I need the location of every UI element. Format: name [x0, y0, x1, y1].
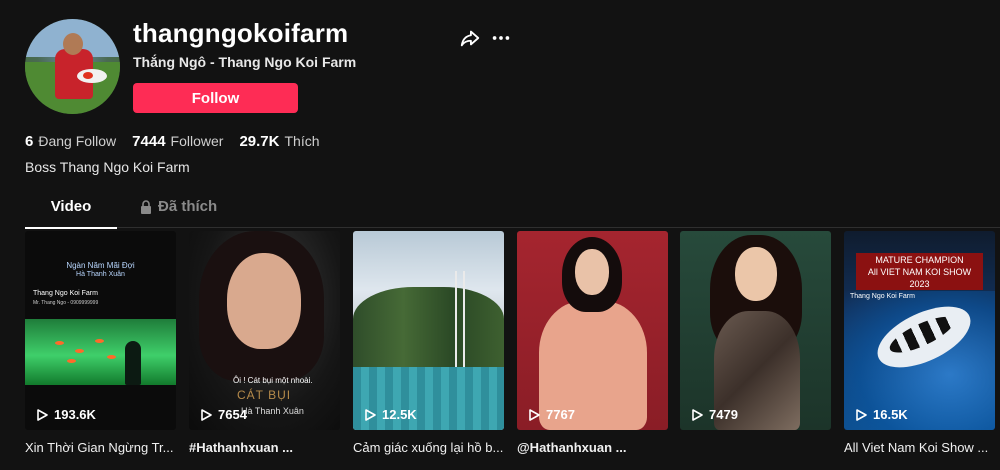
thumbnail-overlay-text: Thang Ngo Koi Farm [850, 293, 915, 300]
view-count-value: 193.6K [54, 407, 96, 422]
profile-avatar[interactable] [25, 19, 120, 114]
profile-username: thangngokoifarm [133, 18, 349, 48]
video-thumbnail[interactable]: 12.5K [353, 231, 504, 430]
more-options-icon[interactable] [490, 27, 512, 49]
video-thumbnail[interactable]: 7767 [517, 231, 668, 430]
video-thumbnail[interactable]: 7479 [680, 231, 831, 430]
profile-bio: Boss Thang Ngo Koi Farm [25, 159, 190, 175]
view-count: 7479 [692, 407, 738, 422]
profile-stats: 6 Đang Follow 7444 Follower 29.7K Thích [25, 133, 320, 150]
stat-followers-label: Follower [170, 133, 224, 149]
tab-video[interactable]: Video [25, 198, 117, 229]
thumbnail-overlay-text: MATURE CHAMPION [875, 255, 964, 265]
video-thumbnail[interactable]: Ôi ! Cát bụi một nhoài. CÁT BỤI Hà Thanh… [189, 231, 340, 430]
stat-following-label: Đang Follow [38, 133, 117, 149]
video-caption[interactable]: Cảm giác xuống lại hồ b... [353, 440, 504, 455]
view-count-value: 16.5K [873, 407, 908, 422]
play-icon [365, 408, 376, 421]
video-card[interactable]: 7479 [680, 231, 831, 440]
follow-button[interactable]: Follow [133, 83, 298, 113]
view-count-value: 7767 [546, 407, 575, 422]
thumbnail-overlay-text: Ngàn Năm Mãi Đợi [66, 261, 135, 270]
video-card[interactable]: 12.5K Cảm giác xuống lại hồ b... [353, 231, 504, 455]
play-icon [692, 408, 703, 421]
thumbnail-overlay-text: Ôi ! Cát bụi một nhoài. [233, 376, 313, 385]
view-count: 193.6K [37, 407, 96, 422]
thumbnail-overlay-text: All VIET NAM KOI SHOW [867, 267, 972, 277]
stat-likes-label: Thích [284, 133, 320, 149]
video-caption[interactable]: #Hathanhxuan ... [189, 440, 340, 455]
stat-likes-count: 29.7K [239, 133, 280, 150]
thumbnail-overlay-text: 2023 [909, 279, 930, 289]
view-count-value: 7479 [709, 407, 738, 422]
view-count-value: 7654 [218, 407, 247, 422]
video-caption[interactable]: All Viet Nam Koi Show ... [844, 440, 995, 455]
play-icon [201, 408, 212, 421]
thumbnail-banner: MATURE CHAMPION All VIET NAM KOI SHOW 20… [856, 253, 983, 290]
view-count: 7767 [529, 407, 575, 422]
stat-following-count: 6 [25, 133, 34, 150]
play-icon [529, 408, 540, 421]
tab-video-label: Video [50, 198, 92, 215]
video-card[interactable]: Ôi ! Cát bụi một nhoài. CÁT BỤI Hà Thanh… [189, 231, 340, 455]
thumbnail-overlay-text: CÁT BỤI [237, 388, 292, 402]
stat-followers-count: 7444 [132, 133, 166, 150]
thumbnail-overlay-text: Hà Thanh Xuân [241, 406, 304, 416]
profile-tabs: Video Đã thích [25, 198, 1000, 229]
video-card[interactable]: Ngàn Năm Mãi Đợi Hà Thanh Xuân Thang Ngo… [25, 231, 176, 455]
view-count: 16.5K [856, 407, 908, 422]
view-count: 12.5K [365, 407, 417, 422]
view-count-value: 12.5K [382, 407, 417, 422]
play-icon [37, 408, 48, 421]
video-caption[interactable]: Xin Thời Gian Ngừng Tr... [25, 440, 176, 455]
video-card[interactable]: 7767 @Hathanhxuan ... [517, 231, 668, 455]
video-caption[interactable]: @Hathanhxuan ... [517, 440, 668, 455]
view-count: 7654 [201, 407, 247, 422]
video-thumbnail[interactable]: Ngàn Năm Mãi Đợi Hà Thanh Xuân Thang Ngo… [25, 231, 176, 430]
thumbnail-overlay-text: Hà Thanh Xuân [76, 271, 125, 278]
tab-liked-label: Đã thích [158, 198, 218, 215]
lock-icon [141, 200, 151, 214]
thumbnail-overlay-text: Thang Ngo Koi Farm [33, 290, 98, 297]
profile-nickname: Thắng Ngô - Thang Ngo Koi Farm [133, 54, 357, 70]
tab-liked[interactable]: Đã thích [140, 198, 217, 228]
share-icon[interactable] [459, 27, 481, 49]
stat-followers[interactable]: 7444 Follower [132, 133, 223, 150]
video-thumbnail[interactable]: MATURE CHAMPION All VIET NAM KOI SHOW 20… [844, 231, 995, 430]
video-card[interactable]: MATURE CHAMPION All VIET NAM KOI SHOW 20… [844, 231, 995, 455]
stat-likes: 29.7K Thích [239, 133, 319, 150]
stat-following[interactable]: 6 Đang Follow [25, 133, 116, 150]
play-icon [856, 408, 867, 421]
thumbnail-overlay-text: Mr. Thang Ngo - 0909999999 [33, 300, 99, 306]
